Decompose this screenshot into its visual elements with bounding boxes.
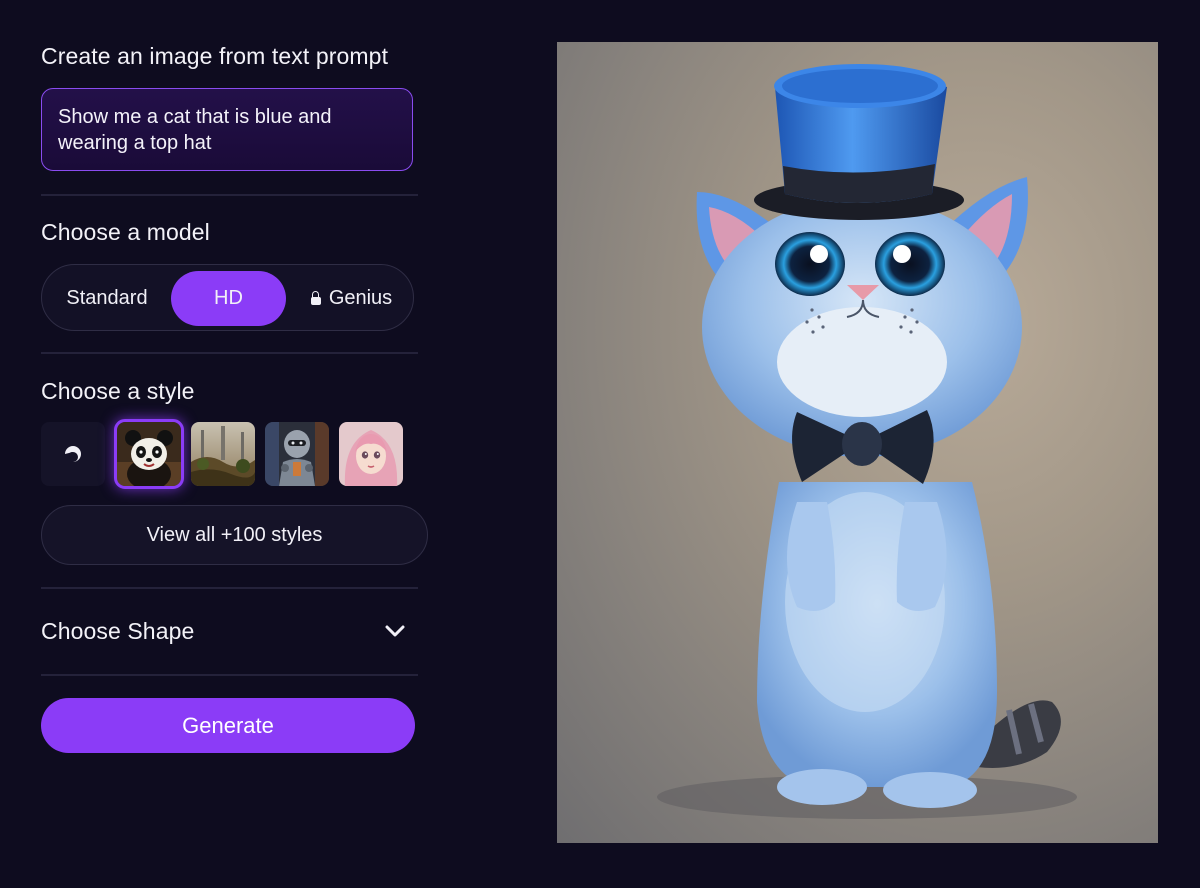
model-option-hd[interactable]: HD [171, 271, 286, 326]
model-option-label: HD [214, 287, 243, 309]
style-thumb-landscape[interactable] [191, 422, 255, 486]
blue-cat-top-hat-image [657, 64, 1077, 819]
model-section-title: Choose a model [41, 219, 210, 245]
style-section-title: Choose a style [41, 378, 195, 404]
lock-icon [310, 291, 321, 305]
anime-girl-image [339, 422, 403, 486]
view-all-styles-label: View all +100 styles [146, 524, 323, 546]
generated-image-preview [557, 42, 1158, 843]
landscape-image [191, 422, 255, 486]
model-option-label: Genius [328, 287, 393, 309]
prompt-section-title: Create an image from text prompt [41, 43, 389, 69]
model-selector: Standard HD Genius [41, 264, 414, 331]
prompt-input[interactable]: Show me a cat that is blue and wearing a… [41, 88, 413, 171]
style-thumb-panda[interactable] [114, 419, 184, 489]
model-option-standard[interactable]: Standard [52, 271, 162, 326]
divider [41, 674, 418, 676]
divider [41, 194, 418, 196]
model-option-genius[interactable]: Genius [294, 271, 409, 326]
style-thumb-robot[interactable] [265, 422, 329, 486]
chevron-down-icon [385, 625, 405, 637]
generate-button[interactable]: Generate [41, 698, 415, 753]
generator-panel: Create an image from text prompt Show me… [41, 0, 431, 888]
generate-label: Generate [182, 713, 274, 738]
shape-section-title: Choose Shape [41, 618, 195, 644]
no-style-icon [65, 446, 81, 462]
robot-image [265, 422, 329, 486]
model-option-label: Standard [66, 287, 148, 309]
style-thumb-none[interactable] [41, 422, 105, 486]
divider [41, 587, 418, 589]
style-thumb-anime[interactable] [339, 422, 403, 486]
choose-shape-dropdown[interactable]: Choose Shape [41, 610, 411, 654]
divider [41, 352, 418, 354]
view-all-styles-button[interactable]: View all +100 styles [41, 505, 428, 565]
panda-image [117, 422, 181, 486]
